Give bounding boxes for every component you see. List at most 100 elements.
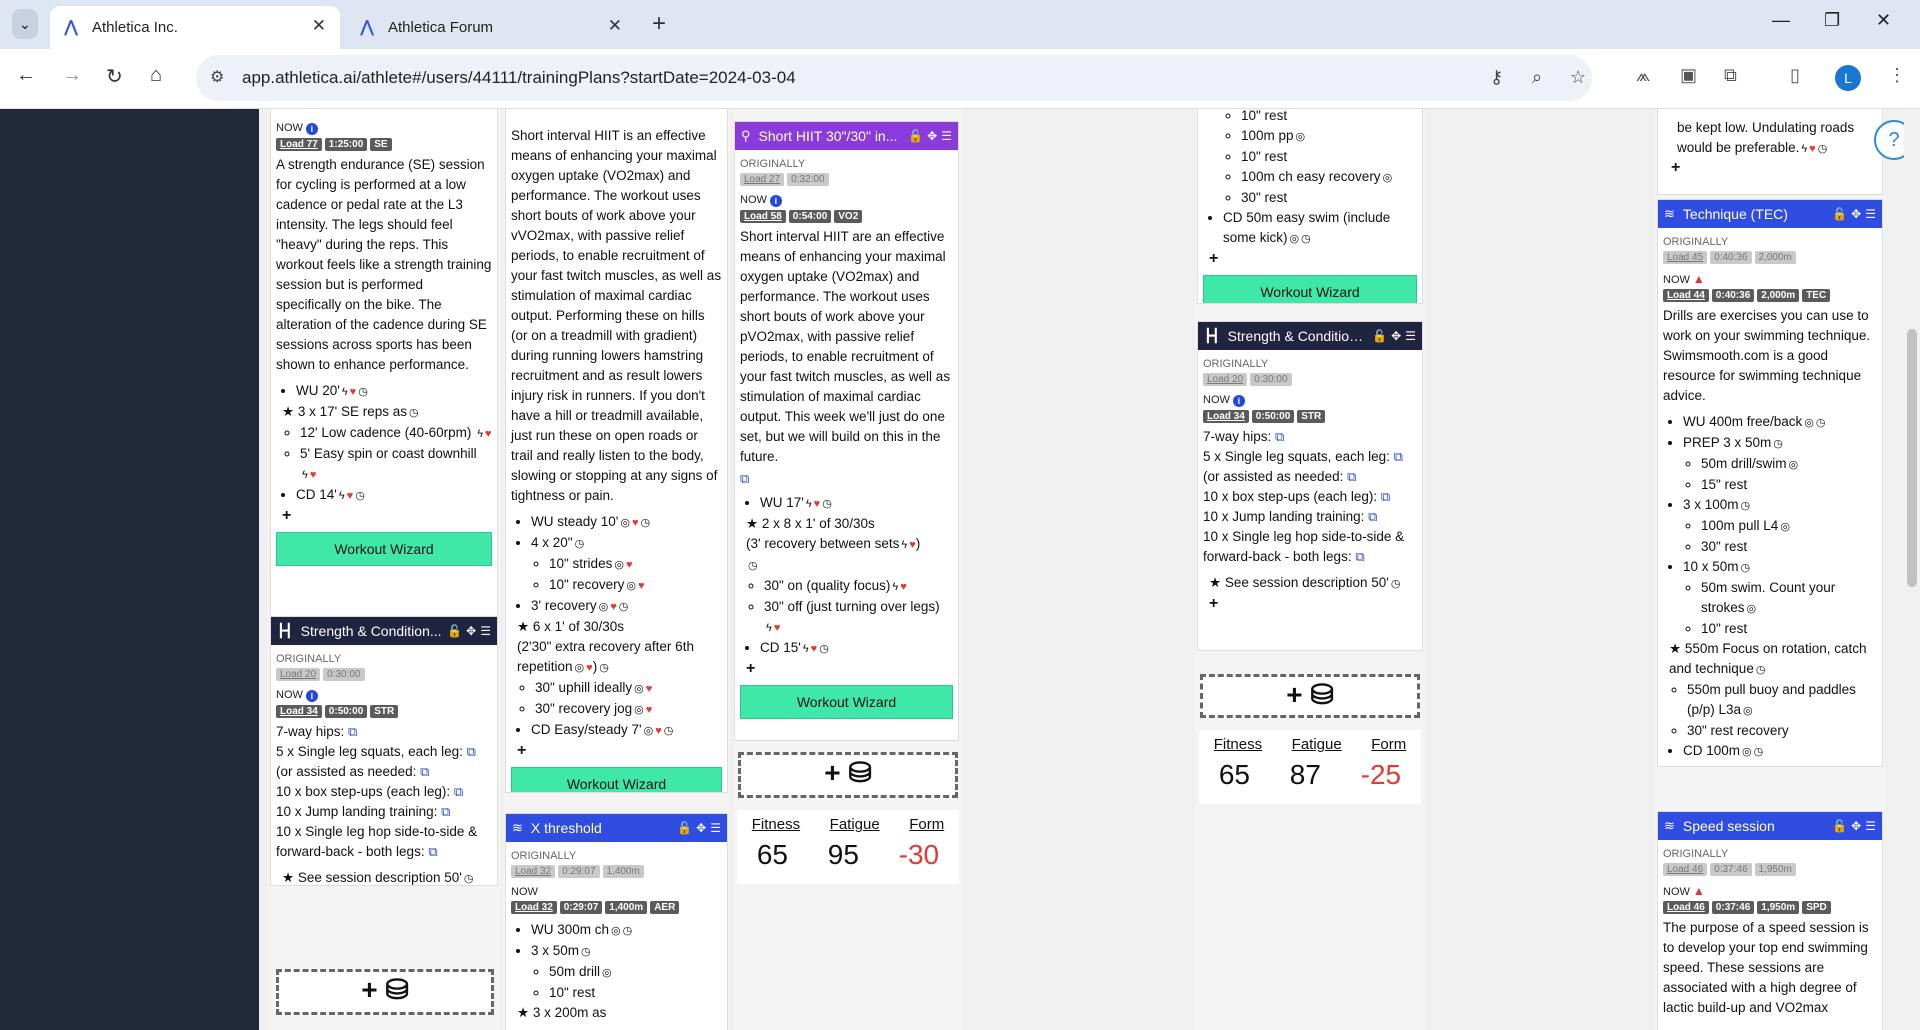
unlock-icon[interactable]: 🔓	[447, 624, 462, 638]
restore-icon[interactable]: ❐	[1824, 10, 1840, 31]
add-step-plus-icon[interactable]: +	[282, 506, 492, 526]
page-scrollbar[interactable]	[1904, 109, 1920, 1030]
add-workout-button[interactable]: + ⛁	[276, 969, 494, 1015]
site-settings-icon[interactable]: ⚙	[210, 67, 224, 87]
forward-arrow-icon[interactable]: →	[62, 64, 82, 87]
workout-card-short-hiit-30-30[interactable]: ⚲ Short HIIT 30"/30" in... 🔓 ✥ ☰ ORIGINA…	[734, 121, 959, 741]
fatigue-label[interactable]: Fatigue	[1292, 736, 1342, 753]
extension-b-icon[interactable]: ▣	[1680, 65, 1697, 86]
external-link-icon[interactable]: ⧉	[1381, 489, 1390, 504]
unlock-icon[interactable]: 🔓	[677, 821, 692, 835]
clock-icon: ◷	[599, 662, 609, 674]
fitness-value: 65	[1218, 759, 1251, 790]
tab-close-icon[interactable]: ✕	[608, 16, 622, 36]
move-icon[interactable]: ✥	[1851, 819, 1861, 833]
add-step-plus-icon[interactable]: +	[1209, 249, 1417, 269]
external-link-icon[interactable]: ⧉	[1355, 549, 1364, 564]
warning-icon[interactable]: ▲	[1693, 884, 1705, 898]
workout-wizard-button[interactable]: Workout Wizard	[276, 532, 492, 566]
unlock-icon[interactable]: 🔓	[908, 129, 923, 143]
unlock-icon[interactable]: 🔓	[1372, 329, 1387, 343]
menu-icon[interactable]: ☰	[1865, 819, 1876, 833]
fitness-label[interactable]: Fitness	[752, 816, 800, 833]
app-sidebar	[0, 109, 259, 1030]
tab-athletica-inc[interactable]: ⋀ Athletica Inc. ✕	[50, 6, 340, 49]
workout-card-x-threshold[interactable]: ≋ X threshold 🔓 ✥ ☰ ORIGINALLY Load 32 0…	[505, 813, 728, 1030]
workout-card-short-hiit-hills[interactable]: Short interval HIIT is an effective mean…	[505, 109, 728, 793]
reload-icon[interactable]: ↻	[106, 64, 123, 89]
add-workout-button[interactable]: + ⛁	[1200, 674, 1420, 718]
info-icon[interactable]: i	[305, 123, 318, 135]
external-link-icon[interactable]: ⧉	[441, 804, 450, 819]
workout-card-strength-conditioning[interactable]: ┣┫ Strength & Condition... 🔓 ✥ ☰ ORIGINA…	[270, 616, 498, 886]
external-link-icon[interactable]: ⧉	[740, 471, 749, 486]
warning-icon[interactable]: ▲	[1693, 272, 1705, 286]
menu-icon[interactable]: ☰	[480, 624, 491, 638]
workout-card-technique[interactable]: ≋ Technique (TEC) 🔓 ✥ ☰ ORIGINALLY Load …	[1657, 199, 1883, 767]
fitness-label[interactable]: Fitness	[1214, 736, 1262, 753]
key-icon[interactable]: ⚷	[1490, 67, 1503, 88]
minimize-icon[interactable]: —	[1772, 10, 1790, 31]
form-label[interactable]: Form	[909, 816, 944, 833]
add-step-plus-icon[interactable]: +	[1663, 159, 1877, 177]
move-icon[interactable]: ✥	[1851, 207, 1861, 221]
workout-card-bike-continued[interactable]: be kept low. Undulating roads would be p…	[1657, 109, 1883, 195]
bookmark-star-icon[interactable]: ☆	[1570, 67, 1586, 88]
card-header: ≋ X threshold 🔓 ✥ ☰	[506, 814, 727, 842]
external-link-icon[interactable]: ⧉	[1347, 469, 1356, 484]
back-arrow-icon[interactable]: ←	[16, 64, 36, 87]
external-link-icon[interactable]: ⧉	[1275, 429, 1284, 444]
move-icon[interactable]: ✥	[927, 129, 937, 143]
workout-card-speed-session[interactable]: ≋ Speed session 🔓 ✥ ☰ ORIGINALLY Load 46…	[1657, 811, 1883, 1030]
url-text[interactable]: app.athletica.ai/athlete#/users/44111/tr…	[242, 68, 796, 88]
home-icon[interactable]: ⌂	[150, 64, 162, 87]
external-link-icon[interactable]: ⧉	[1368, 509, 1377, 524]
info-icon[interactable]: i	[769, 195, 782, 207]
info-icon[interactable]: i	[1232, 395, 1245, 407]
workout-wizard-button[interactable]: Workout Wizard	[1203, 275, 1417, 303]
tab-athletica-forum[interactable]: ⋀ Athletica Forum ✕	[346, 6, 636, 49]
profile-avatar[interactable]: L	[1835, 65, 1861, 91]
close-window-icon[interactable]: ✕	[1876, 10, 1891, 31]
external-link-icon[interactable]: ⧉	[467, 744, 476, 759]
external-link-icon[interactable]: ⧉	[1394, 449, 1403, 464]
add-step-plus-icon[interactable]: +	[1669, 762, 1877, 766]
zoom-icon[interactable]: ⌕	[1532, 67, 1542, 88]
kebab-menu-icon[interactable]: ⋮	[1888, 65, 1906, 86]
info-icon[interactable]: i	[305, 690, 318, 702]
move-icon[interactable]: ✥	[466, 624, 476, 638]
add-step-plus-icon[interactable]: +	[1209, 594, 1417, 614]
extensions-puzzle-icon[interactable]: ⧉	[1724, 65, 1737, 86]
clock-icon: ◷	[358, 386, 368, 398]
menu-icon[interactable]: ☰	[710, 821, 721, 835]
menu-icon[interactable]: ☰	[1865, 207, 1876, 221]
scrollbar-thumb[interactable]	[1907, 329, 1917, 587]
external-link-icon[interactable]: ⧉	[348, 724, 357, 739]
workout-card-strength-conditioning[interactable]: ┣┫ Strength & Condition... 🔓 ✥ ☰ ORIGINA…	[1197, 321, 1423, 651]
unlock-icon[interactable]: 🔓	[1832, 819, 1847, 833]
external-link-icon[interactable]: ⧉	[454, 784, 463, 799]
address-bar[interactable]: ⚙ app.athletica.ai/athlete#/users/44111/…	[196, 55, 1592, 101]
external-link-icon[interactable]: ⧉	[428, 844, 437, 859]
workout-wizard-button[interactable]: Workout Wizard	[511, 767, 722, 792]
add-step-plus-icon[interactable]: +	[517, 741, 722, 761]
menu-icon[interactable]: ☰	[1405, 329, 1416, 343]
workout-card-swim-continued[interactable]: 10" rest 100m pp◎ 10" rest 100m ch easy …	[1197, 109, 1423, 304]
workout-wizard-button[interactable]: Workout Wizard	[740, 685, 953, 719]
original-badges: Load 32 0:29:07 1,400m	[511, 865, 722, 878]
tab-close-icon[interactable]: ✕	[312, 16, 326, 36]
heart-icon: ♥	[909, 539, 916, 551]
extension-a-icon[interactable]: ⩕	[1636, 65, 1650, 86]
tab-search-chevron-icon[interactable]: ⌄	[12, 9, 38, 39]
unlock-icon[interactable]: 🔓	[1832, 207, 1847, 221]
add-workout-button[interactable]: + ⛁	[738, 752, 958, 798]
external-link-icon[interactable]: ⧉	[420, 764, 429, 779]
new-tab-plus-icon[interactable]: +	[652, 10, 666, 38]
form-label[interactable]: Form	[1371, 736, 1406, 753]
add-step-plus-icon[interactable]: +	[746, 659, 953, 679]
move-icon[interactable]: ✥	[696, 821, 706, 835]
fatigue-label[interactable]: Fatigue	[830, 816, 880, 833]
move-icon[interactable]: ✥	[1391, 329, 1401, 343]
menu-icon[interactable]: ☰	[941, 129, 952, 143]
side-panel-icon[interactable]: ▯	[1790, 65, 1800, 86]
